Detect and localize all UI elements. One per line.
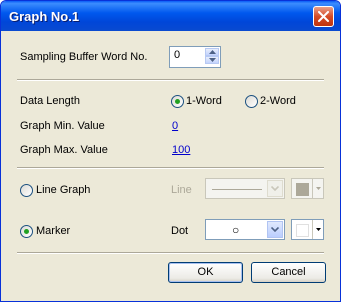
max-value-label: Graph Max. Value: [20, 144, 108, 156]
line-style-dropdown-button[interactable]: [267, 180, 283, 197]
marker-style-dropdown-button[interactable]: [267, 221, 283, 238]
chevron-down-icon: [208, 58, 216, 62]
marker-style-value: ○: [232, 223, 240, 237]
ok-button[interactable]: OK: [168, 262, 243, 283]
sampling-buffer-spinner[interactable]: 0: [169, 46, 221, 68]
dialog-client: Sampling Buffer Word No. 0 Data Length 1…: [4, 31, 337, 298]
line-color-swatch: [296, 183, 309, 196]
chevron-down-icon: [271, 227, 279, 232]
marker-style-select[interactable]: ○: [205, 219, 285, 240]
separator: [17, 252, 324, 254]
window-title: Graph No.1: [9, 9, 80, 24]
marker-style-label: Dot: [171, 225, 189, 237]
chevron-up-icon: [208, 50, 216, 54]
line-color-picker[interactable]: [291, 178, 324, 199]
marker-color-picker[interactable]: [291, 219, 324, 240]
title-bar[interactable]: Graph No.1: [1, 1, 340, 31]
radio-line-graph[interactable]: [20, 184, 33, 197]
sampling-buffer-label: Sampling Buffer Word No.: [20, 51, 148, 63]
radio-line-graph-label[interactable]: Line Graph: [36, 184, 90, 196]
chevron-down-icon: [271, 186, 279, 191]
separator: [17, 167, 324, 169]
max-value-link[interactable]: 100: [172, 144, 190, 156]
cancel-button[interactable]: Cancel: [251, 262, 326, 283]
radio-2-word-label[interactable]: 2-Word: [260, 95, 296, 107]
line-style-preview: [212, 189, 262, 190]
radio-2-word[interactable]: [245, 95, 258, 108]
radio-marker-label[interactable]: Marker: [36, 225, 70, 237]
marker-color-swatch: [296, 224, 309, 237]
chevron-down-icon: [315, 187, 321, 190]
close-button[interactable]: [313, 6, 334, 27]
separator: [17, 79, 324, 81]
spin-down-button[interactable]: [205, 56, 219, 64]
close-icon: [318, 11, 329, 22]
marker-color-dropdown[interactable]: [312, 220, 323, 239]
line-style-label: Line: [171, 184, 192, 196]
radio-marker[interactable]: [20, 225, 33, 238]
data-length-label: Data Length: [20, 95, 80, 107]
spin-up-button[interactable]: [205, 48, 219, 56]
chevron-down-icon: [315, 228, 321, 231]
radio-1-word[interactable]: [171, 95, 184, 108]
sampling-buffer-value: 0: [174, 49, 181, 61]
line-color-dropdown[interactable]: [312, 179, 323, 198]
dialog-window: Graph No.1 Sampling Buffer Word No. 0 Da…: [0, 0, 341, 302]
min-value-label: Graph Min. Value: [20, 120, 105, 132]
min-value-link[interactable]: 0: [172, 120, 178, 132]
radio-1-word-label[interactable]: 1-Word: [186, 95, 222, 107]
line-style-select[interactable]: [205, 178, 285, 199]
